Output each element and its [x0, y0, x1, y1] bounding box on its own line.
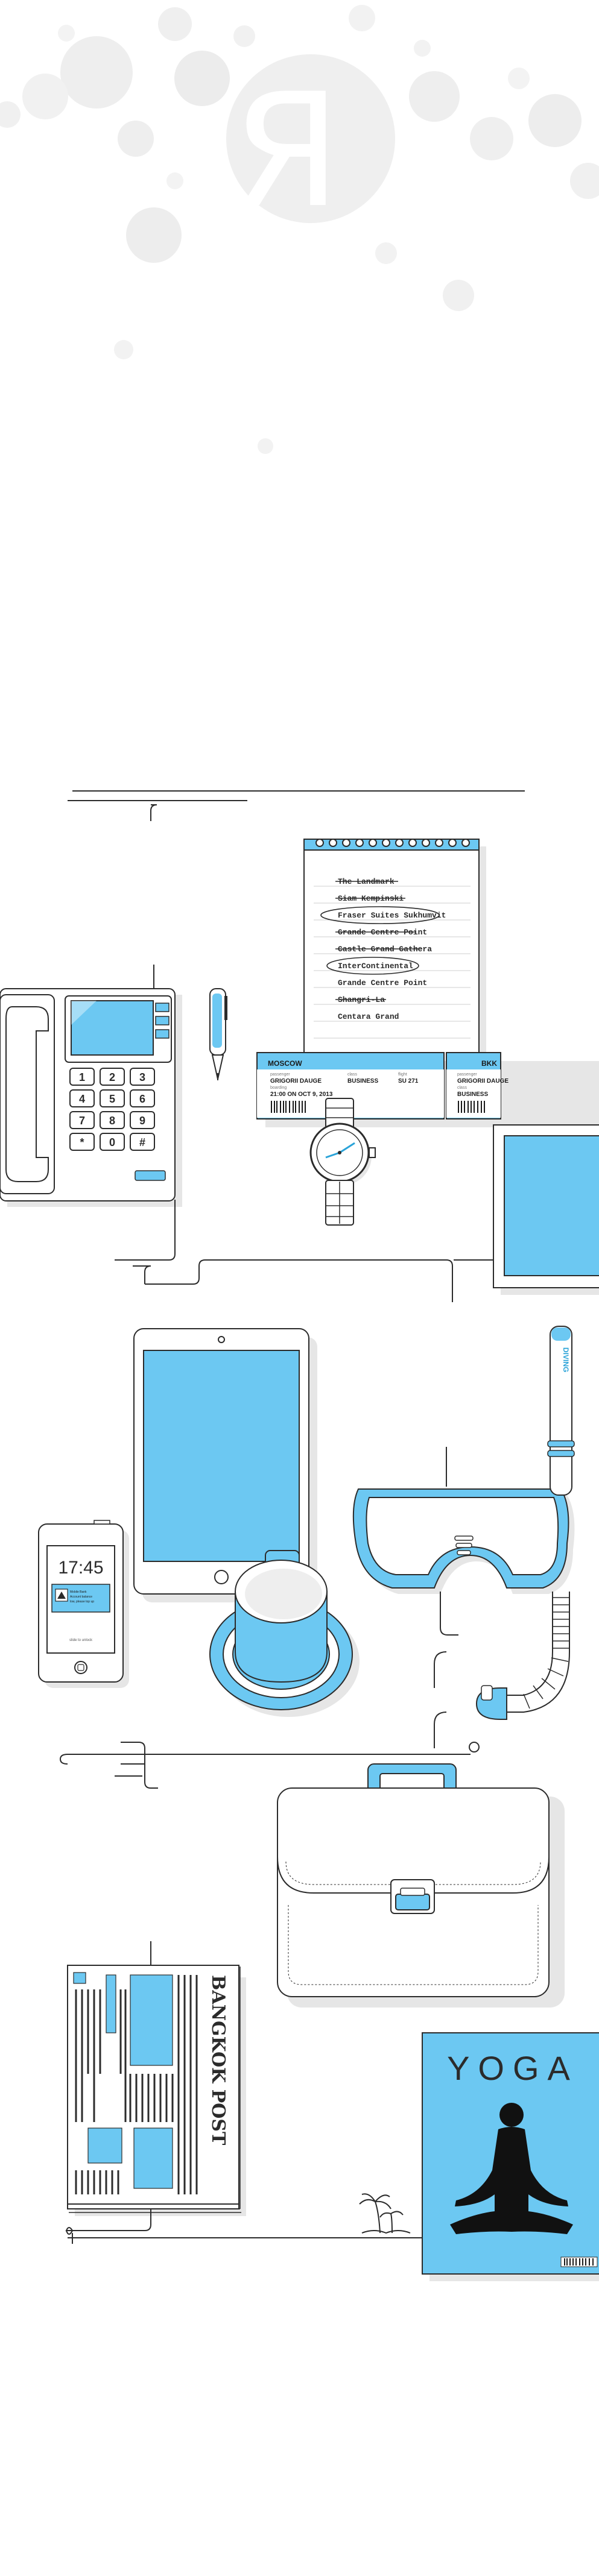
- bubble: [409, 71, 460, 122]
- ticket-flight: SU 271: [398, 1078, 419, 1085]
- key-label: 5: [109, 1093, 115, 1105]
- ticket-from: MOSCOW: [268, 1059, 302, 1068]
- ticket-class: BUSINESS: [347, 1078, 378, 1085]
- smartphone: 17:45 Mobile Bank Account balance low, p…: [38, 1520, 129, 1688]
- key-label: 8: [109, 1115, 115, 1127]
- ticket-class-label: class: [347, 1072, 357, 1077]
- bubble: [470, 117, 513, 160]
- boarding-pass: MOSCOW BKK passenger class flight boardi…: [256, 1052, 599, 1127]
- notification-line: Mobile Bank: [70, 1590, 87, 1594]
- key-label: 7: [79, 1115, 85, 1127]
- ticket-passenger-label: passenger: [270, 1072, 290, 1077]
- bubble: [22, 74, 68, 119]
- bubble: [508, 68, 530, 89]
- pen-icon: [209, 988, 227, 1080]
- phone-clock: 17:45: [58, 1558, 103, 1578]
- ticket-flight-label: flight: [398, 1072, 407, 1077]
- notepad-item: InterContinental: [338, 962, 413, 971]
- bubble: [118, 121, 154, 157]
- bubble: [233, 25, 255, 47]
- bubble: [158, 7, 192, 41]
- diving-mask: [352, 1488, 575, 1594]
- yoga-book: YOGA: [422, 2032, 599, 2281]
- slide-to-unlock-label: slide to unlock: [69, 1639, 93, 1642]
- key-label: 1: [79, 1071, 85, 1083]
- ticket-boarding-label: boarding: [270, 1086, 287, 1090]
- bubble: [528, 94, 582, 147]
- bubble: [570, 163, 599, 199]
- briefcase: [277, 1763, 565, 2008]
- bubble: [258, 438, 273, 454]
- ticket-stub-passenger-label: passenger: [457, 1072, 477, 1077]
- key-label: 9: [139, 1115, 145, 1127]
- logo: Я: [226, 54, 395, 242]
- ticket-stub-passenger: GRIGORII DAUGE: [457, 1078, 509, 1085]
- bubble: [349, 5, 375, 31]
- notification-line: low, please top up: [70, 1600, 94, 1604]
- key-label: 0: [109, 1136, 115, 1148]
- bubble: [0, 101, 21, 128]
- ticket-passenger: GRIGORII DAUGE: [270, 1078, 322, 1085]
- ticket-stub-class: BUSINESS: [457, 1091, 488, 1098]
- ticket-stub-class-label: class: [457, 1086, 467, 1090]
- notepad-item: Grande Centre Point: [338, 978, 427, 987]
- monitor-frame: [493, 1124, 599, 1295]
- yoga-title: YOGA: [447, 2049, 578, 2087]
- bubble: [60, 36, 133, 109]
- snorkel-brand: DIVING: [562, 1347, 570, 1372]
- key-label: *: [80, 1136, 84, 1148]
- connector-lines: [115, 1200, 493, 1302]
- bubble: [443, 280, 474, 311]
- newspaper: BANGKOK POST: [67, 1965, 246, 2216]
- notification-line: Account balance: [70, 1595, 92, 1599]
- logo-letter: Я: [232, 60, 341, 242]
- palm-trees-icon: [359, 2193, 411, 2234]
- bubble: [166, 172, 183, 189]
- key-label: 4: [79, 1093, 85, 1105]
- key-label: #: [139, 1136, 145, 1148]
- bubble: [174, 51, 230, 106]
- bubble: [375, 242, 397, 264]
- illustration-canvas: Я The Landmark Siam Kempinski Fraser Sui…: [0, 5, 599, 2281]
- bubble: [58, 25, 75, 42]
- ticket-to: BKK: [481, 1059, 497, 1068]
- bubble: [114, 340, 133, 359]
- bubble: [414, 40, 431, 57]
- bubble: [126, 207, 182, 263]
- key-label: 3: [139, 1071, 145, 1083]
- newspaper-masthead: BANGKOK POST: [208, 1975, 229, 2146]
- key-label: 2: [109, 1071, 115, 1083]
- notepad-item: Centara Grand: [338, 1012, 399, 1021]
- desk-phone: 1 2 3 4 5 6 7 8 9 * 0 #: [0, 988, 182, 1207]
- ticket-boarding: 21:00 ON OCT 9, 2013: [270, 1091, 333, 1098]
- key-label: 6: [139, 1093, 145, 1105]
- notepad-item: Fraser Suites Sukhumvit: [338, 911, 446, 920]
